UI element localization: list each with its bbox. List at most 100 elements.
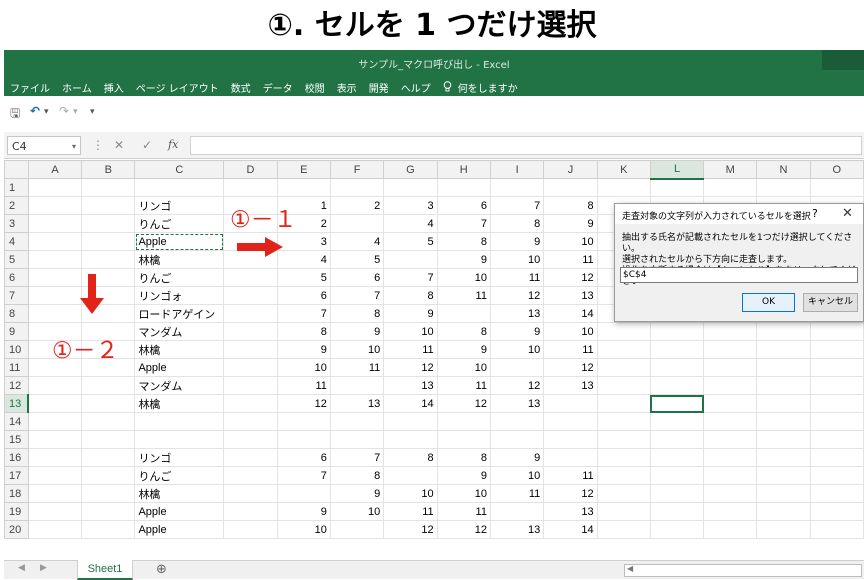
tab-insert[interactable]: 挿入 <box>104 80 124 95</box>
cell[interactable] <box>596 376 651 395</box>
cell[interactable] <box>436 178 491 197</box>
cell[interactable] <box>27 394 83 413</box>
cell[interactable] <box>649 484 705 503</box>
cell[interactable] <box>81 232 136 251</box>
cell[interactable]: マンダム <box>134 322 225 341</box>
scroll-left-icon[interactable]: ◀ <box>627 564 633 573</box>
cell[interactable] <box>223 430 278 449</box>
cell[interactable] <box>703 394 758 413</box>
cell[interactable]: 8 <box>436 448 491 467</box>
cell[interactable] <box>329 214 385 233</box>
cell[interactable] <box>809 394 864 413</box>
cell[interactable] <box>756 484 811 503</box>
cell[interactable] <box>489 358 545 377</box>
cell[interactable] <box>809 178 864 197</box>
cell[interactable] <box>596 178 651 197</box>
cell[interactable]: ロードアゲイン <box>134 304 225 323</box>
cell[interactable] <box>756 502 811 521</box>
cell[interactable] <box>81 430 136 449</box>
cell[interactable] <box>703 340 758 359</box>
cell[interactable] <box>809 412 864 431</box>
cell[interactable]: 10 <box>436 484 491 503</box>
row-header[interactable]: 15 <box>4 430 29 449</box>
cell[interactable]: 9 <box>329 322 385 341</box>
cell[interactable]: 7 <box>276 466 331 485</box>
cell[interactable] <box>809 448 864 467</box>
cell[interactable] <box>27 502 83 521</box>
cell[interactable]: 9 <box>436 250 491 269</box>
cell[interactable] <box>809 430 864 449</box>
cell[interactable] <box>649 358 705 377</box>
cell[interactable] <box>756 430 811 449</box>
cell[interactable] <box>489 178 545 197</box>
cell[interactable] <box>596 502 651 521</box>
cell[interactable] <box>134 430 225 449</box>
cell[interactable] <box>27 232 83 251</box>
cell[interactable]: 11 <box>436 286 491 305</box>
cell[interactable]: 6 <box>436 196 491 215</box>
cell[interactable]: 13 <box>543 502 598 521</box>
cell[interactable]: 8 <box>329 466 385 485</box>
column-header[interactable]: K <box>596 160 651 179</box>
cell[interactable] <box>81 448 136 467</box>
cell[interactable]: Apple <box>134 520 225 539</box>
cell[interactable] <box>27 376 83 395</box>
cell[interactable]: 11 <box>543 466 598 485</box>
cell[interactable] <box>756 322 811 341</box>
cell[interactable] <box>543 394 598 413</box>
cell[interactable]: 4 <box>329 232 385 251</box>
cell[interactable]: マンダム <box>134 376 225 395</box>
help-icon[interactable]: ? <box>812 207 818 220</box>
cell[interactable]: 10 <box>329 340 385 359</box>
cell[interactable] <box>27 214 83 233</box>
cell[interactable] <box>223 376 278 395</box>
next-sheet-icon[interactable]: ▶ <box>40 563 47 573</box>
cell[interactable]: 6 <box>329 268 385 287</box>
cell[interactable] <box>543 430 598 449</box>
cell[interactable]: 8 <box>276 322 331 341</box>
cell[interactable] <box>81 484 136 503</box>
cell[interactable]: 11 <box>383 502 438 521</box>
cell[interactable] <box>489 430 545 449</box>
cell[interactable] <box>436 304 491 323</box>
cell[interactable] <box>809 502 864 521</box>
prev-sheet-icon[interactable]: ◀ <box>18 563 25 573</box>
cell[interactable] <box>27 178 83 197</box>
row-header[interactable]: 1 <box>4 178 29 197</box>
cell[interactable]: 8 <box>383 448 438 467</box>
cell[interactable] <box>809 484 864 503</box>
cell[interactable]: 11 <box>276 376 331 395</box>
cell[interactable] <box>649 448 705 467</box>
cell[interactable]: 10 <box>489 340 545 359</box>
cell[interactable] <box>383 430 438 449</box>
cell[interactable] <box>27 268 83 287</box>
row-header[interactable]: 9 <box>4 322 29 341</box>
cell[interactable] <box>223 322 278 341</box>
cell[interactable]: 12 <box>383 358 438 377</box>
cell[interactable]: 8 <box>383 286 438 305</box>
cell[interactable] <box>223 466 278 485</box>
cell[interactable] <box>27 304 83 323</box>
cell[interactable]: 14 <box>383 394 438 413</box>
row-header[interactable]: 19 <box>4 502 29 521</box>
column-header[interactable]: G <box>383 160 438 179</box>
column-header[interactable]: J <box>543 160 598 179</box>
cell[interactable]: 10 <box>383 484 438 503</box>
column-header[interactable]: B <box>81 160 136 179</box>
column-header[interactable]: A <box>27 160 83 179</box>
cell[interactable]: 9 <box>436 340 491 359</box>
cell[interactable] <box>596 466 651 485</box>
cell[interactable] <box>596 340 651 359</box>
cell[interactable] <box>809 466 864 485</box>
cell[interactable]: 12 <box>276 394 331 413</box>
cell[interactable] <box>649 430 705 449</box>
cell[interactable] <box>703 430 758 449</box>
cell[interactable] <box>596 484 651 503</box>
cancel-entry-icon[interactable]: ✕ <box>114 138 124 152</box>
tab-formulas[interactable]: 数式 <box>231 80 251 95</box>
cell[interactable] <box>223 484 278 503</box>
cell[interactable] <box>27 412 83 431</box>
cell[interactable] <box>223 178 278 197</box>
cell[interactable] <box>703 502 758 521</box>
row-header[interactable]: 7 <box>4 286 29 305</box>
